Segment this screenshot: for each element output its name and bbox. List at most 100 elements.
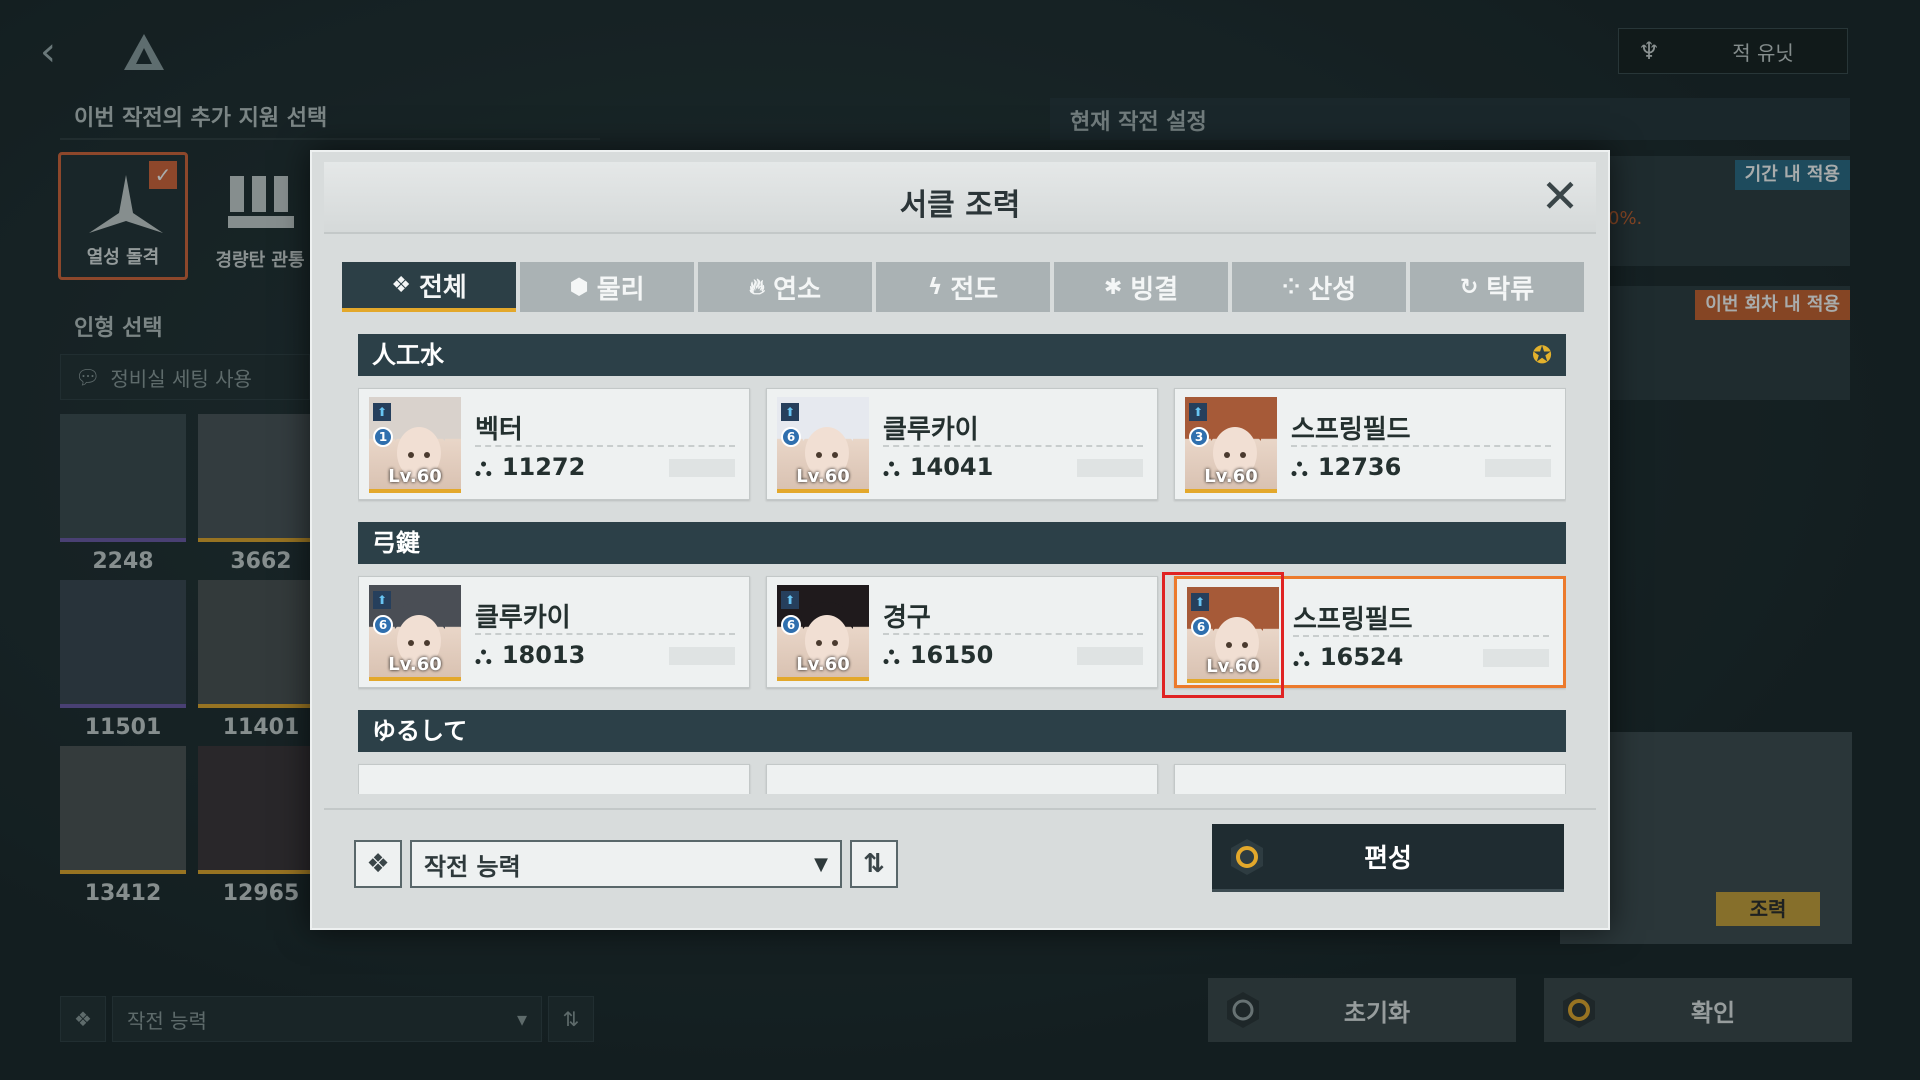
- divider: [324, 808, 1596, 810]
- power-icon: ⛬: [1293, 643, 1310, 671]
- tab-electric[interactable]: ϟ 전도: [876, 262, 1050, 312]
- character-name: 스프링필드: [1293, 605, 1413, 635]
- rank-badge: 1: [373, 427, 393, 447]
- serial-stamp: [669, 647, 735, 665]
- formation-button[interactable]: 편성: [1212, 824, 1564, 892]
- serial-stamp: [1077, 459, 1143, 477]
- serial-stamp: [669, 459, 735, 477]
- divider: [475, 633, 735, 635]
- serial-stamp: [1077, 647, 1143, 665]
- support-card[interactable]: ⬆ 6 Lv.60 경구 ⛬ 16150: [766, 576, 1158, 688]
- divider: [1293, 635, 1549, 637]
- card-row: ⬆ 6 Lv.60 클루카이 ⛬ 18013 ⬆ 6 Lv.60 경구 ⛬ 16150 ⬆ 6 Lv.60 스…: [358, 576, 1566, 688]
- group-header: 弓鍵: [358, 522, 1566, 564]
- acid-icon: ⁘: [1281, 274, 1301, 300]
- character-name: 스프링필드: [1291, 415, 1411, 445]
- divider: [883, 445, 1143, 447]
- upgrade-icon: ⬆: [781, 591, 799, 609]
- level-label: Lv.60: [388, 466, 442, 487]
- character-name: 벡터: [475, 415, 523, 445]
- filter-button[interactable]: ❖: [354, 840, 402, 888]
- tab-acid[interactable]: ⁘ 산성: [1232, 262, 1406, 312]
- sort-row: ❖ 작전 능력 ▼ ⇅: [354, 840, 898, 888]
- sort-order-icon: ⇅: [863, 849, 885, 879]
- dropdown-arrow-icon: ▼: [814, 853, 828, 875]
- filter-icon: ❖: [366, 849, 390, 879]
- tab-freeze[interactable]: ✱ 빙결: [1054, 262, 1228, 312]
- tab-burn[interactable]: 🔥︎ 연소: [698, 262, 872, 312]
- close-icon[interactable]: ✕: [1538, 173, 1582, 220]
- support-card[interactable]: ⬆ 3 Lv.60 스프링필드 ⛬ 12736: [1174, 388, 1566, 500]
- serial-stamp: [1485, 459, 1551, 477]
- rank-badge: 6: [781, 427, 801, 447]
- combat-power: ⛬ 16524: [1293, 643, 1404, 671]
- combat-power: ⛬ 12736: [1291, 453, 1402, 481]
- divider: [475, 445, 735, 447]
- divider: [883, 633, 1143, 635]
- upgrade-icon: ⬆: [373, 591, 391, 609]
- card-row: [358, 764, 1566, 794]
- tab-all[interactable]: ❖ 전체: [342, 262, 516, 312]
- modal-header: 서클 조력 ✕: [324, 162, 1596, 234]
- combat-power: ⛬ 18013: [475, 641, 586, 669]
- level-label: Lv.60: [1206, 656, 1260, 677]
- all-icon: ❖: [391, 272, 411, 298]
- card-row: ⬆ 1 Lv.60 벡터 ⛬ 11272 ⬆ 6 Lv.60 클루카이 ⛬ 14041 ⬆ 3 Lv.60 스…: [358, 388, 1566, 500]
- support-card[interactable]: [1174, 764, 1566, 794]
- support-list[interactable]: 人工水 ✪ ⬆ 1 Lv.60 벡터 ⛬ 11272 ⬆ 6 Lv.60 클루카이 ⛬ 14041 ⬆ 3 Lv…: [358, 334, 1566, 794]
- combat-power: ⛬ 14041: [883, 453, 994, 481]
- power-icon: ⛬: [883, 453, 900, 481]
- character-portrait: ⬆ 6 Lv.60: [1187, 587, 1279, 683]
- rank-badge: 6: [781, 615, 801, 635]
- rank-badge: 3: [1189, 427, 1209, 447]
- physical-icon: ⬢: [569, 274, 589, 300]
- character-name: 클루카이: [883, 415, 979, 445]
- formation-icon: [1212, 837, 1282, 877]
- group-name: ゆるして: [372, 717, 468, 745]
- character-portrait: ⬆ 6 Lv.60: [777, 397, 869, 493]
- support-card[interactable]: [766, 764, 1158, 794]
- level-label: Lv.60: [796, 466, 850, 487]
- character-portrait: ⬆ 6 Lv.60: [777, 585, 869, 681]
- power-icon: ⛬: [1291, 453, 1308, 481]
- upgrade-icon: ⬆: [1191, 593, 1209, 611]
- upgrade-icon: ⬆: [1189, 403, 1207, 421]
- combat-power: ⛬ 16150: [883, 641, 994, 669]
- fire-icon: 🔥︎: [749, 274, 766, 300]
- power-icon: ⛬: [883, 641, 900, 669]
- group-name: 人工水: [372, 341, 444, 369]
- serial-stamp: [1483, 649, 1549, 667]
- lightning-icon: ϟ: [927, 274, 943, 300]
- support-card[interactable]: ⬆ 6 Lv.60 스프링필드 ⛬ 16524: [1174, 576, 1566, 688]
- circle-support-modal: 서클 조력 ✕ ❖ 전체 ⬢ 물리 🔥︎ 연소 ϟ 전도 ✱ 빙결 ⁘ 산성 ↻ 탁류 人工水…: [310, 150, 1610, 930]
- level-label: Lv.60: [796, 654, 850, 675]
- divider: [1291, 445, 1551, 447]
- support-card[interactable]: [358, 764, 750, 794]
- character-name: 클루카이: [475, 603, 571, 633]
- upgrade-icon: ⬆: [373, 403, 391, 421]
- character-portrait: ⬆ 3 Lv.60: [1185, 397, 1277, 493]
- character-name: 경구: [883, 603, 931, 633]
- sort-order-button[interactable]: ⇅: [850, 840, 898, 888]
- tab-physical[interactable]: ⬢ 물리: [520, 262, 694, 312]
- level-label: Lv.60: [1204, 466, 1258, 487]
- swirl-icon: ↻: [1459, 274, 1479, 300]
- sort-dropdown[interactable]: 작전 능력 ▼: [410, 840, 842, 888]
- support-card[interactable]: ⬆ 6 Lv.60 클루카이 ⛬ 18013: [358, 576, 750, 688]
- snowflake-icon: ✱: [1103, 274, 1123, 300]
- character-portrait: ⬆ 6 Lv.60: [369, 585, 461, 681]
- power-icon: ⛬: [475, 641, 492, 669]
- modal-title: 서클 조력: [899, 188, 1021, 223]
- tab-hydro[interactable]: ↻ 탁류: [1410, 262, 1584, 312]
- level-label: Lv.60: [388, 654, 442, 675]
- group-name: 弓鍵: [372, 529, 420, 557]
- support-card[interactable]: ⬆ 6 Lv.60 클루카이 ⛬ 14041: [766, 388, 1158, 500]
- element-tabs: ❖ 전체 ⬢ 물리 🔥︎ 연소 ϟ 전도 ✱ 빙결 ⁘ 산성 ↻ 탁류: [342, 262, 1584, 312]
- medal-icon: ✪: [1531, 341, 1553, 369]
- character-portrait: ⬆ 1 Lv.60: [369, 397, 461, 493]
- power-icon: ⛬: [475, 453, 492, 481]
- rank-badge: 6: [373, 615, 393, 635]
- upgrade-icon: ⬆: [781, 403, 799, 421]
- support-card[interactable]: ⬆ 1 Lv.60 벡터 ⛬ 11272: [358, 388, 750, 500]
- group-header: ゆるして: [358, 710, 1566, 752]
